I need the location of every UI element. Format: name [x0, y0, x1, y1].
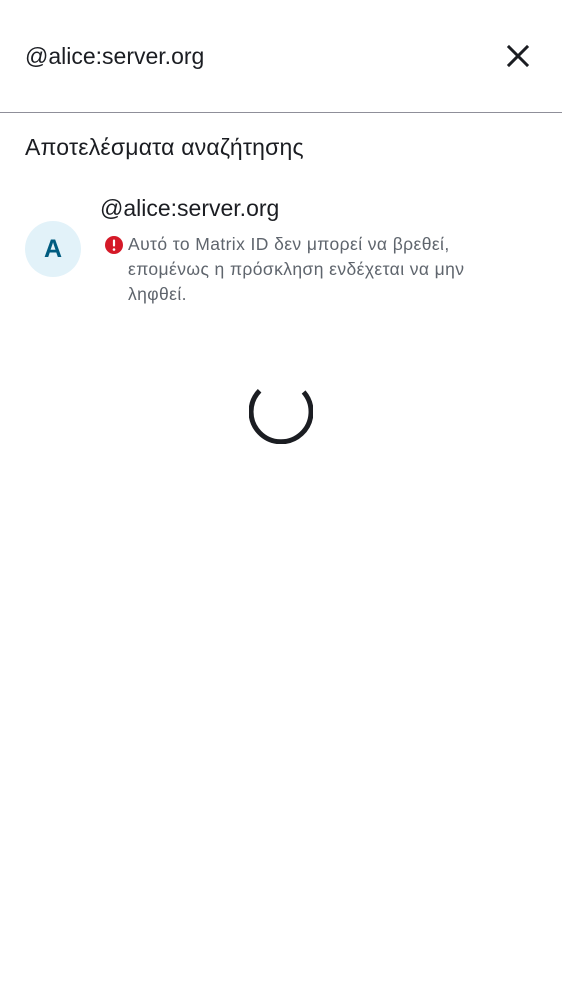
avatar: A	[25, 221, 81, 277]
result-warning-text: Αυτό το Matrix ID δεν μπορεί να βρεθεί, …	[128, 234, 465, 304]
search-result-item[interactable]: A @alice:server.org Αυτό το Matrix ID δε…	[0, 190, 562, 316]
search-bar	[0, 0, 562, 113]
search-results-title: Αποτελέσματα αναζήτησης	[25, 134, 304, 160]
close-icon	[506, 44, 530, 68]
close-button[interactable]	[498, 36, 538, 76]
error-icon	[105, 236, 123, 254]
loading-spinner	[249, 389, 313, 444]
search-input[interactable]	[25, 38, 465, 74]
result-user-id: @alice:server.org	[100, 195, 280, 221]
